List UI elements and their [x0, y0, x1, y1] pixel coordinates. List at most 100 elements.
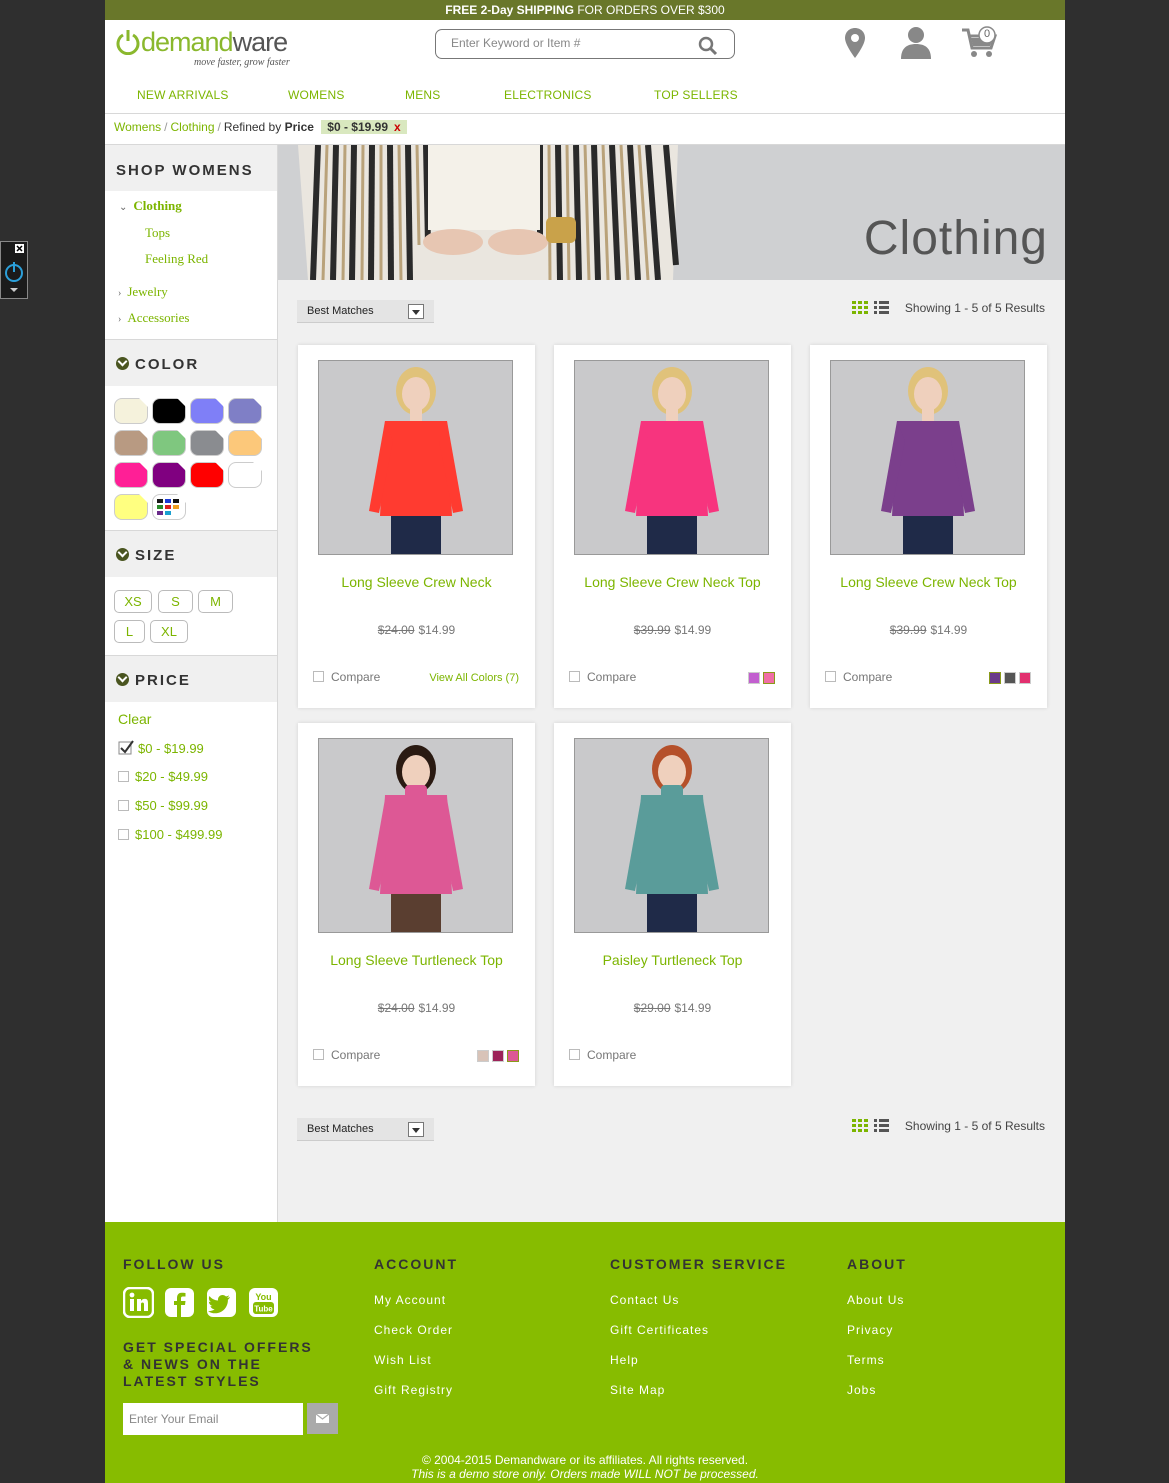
footer-check-order[interactable]: Check Order [374, 1323, 453, 1337]
compare-checkbox[interactable]: Compare [825, 670, 892, 684]
facebook-icon[interactable] [164, 1287, 195, 1318]
footer-site-map[interactable]: Site Map [610, 1383, 665, 1397]
color-swatch[interactable] [152, 494, 186, 520]
size-xl-button[interactable]: XL [150, 620, 188, 643]
product-color-swatch[interactable] [748, 672, 760, 684]
checkbox-icon [313, 1049, 324, 1060]
product-name[interactable]: Long Sleeve Crew Neck Top [810, 574, 1047, 590]
footer-jobs[interactable]: Jobs [847, 1383, 876, 1397]
view-toggle-bottom[interactable] [852, 1119, 890, 1133]
product-name[interactable]: Long Sleeve Crew Neck [298, 574, 535, 590]
view-toggle[interactable] [852, 301, 890, 315]
size-xs-button[interactable]: XS [114, 590, 152, 613]
price-option-0-19[interactable]: $0 - $19.99 [118, 740, 204, 756]
sidebar-item-feeling-red[interactable]: Feeling Red [145, 251, 208, 267]
footer-gift-registry[interactable]: Gift Registry [374, 1383, 453, 1397]
cart-icon[interactable] [961, 26, 999, 60]
price-clear-link[interactable]: Clear [118, 711, 151, 727]
color-heading[interactable]: COLOR [105, 340, 277, 386]
product-tile[interactable]: Long Sleeve Turtleneck Top $24.00 $14.99 Co… [298, 723, 535, 1086]
color-swatch[interactable] [114, 398, 148, 424]
footer-contact-us[interactable]: Contact Us [610, 1293, 679, 1307]
nav-mens[interactable]: MENS [405, 88, 440, 102]
compare-checkbox[interactable]: Compare [569, 670, 636, 684]
price-option-20-49[interactable]: $20 - $49.99 [118, 769, 208, 784]
color-swatch[interactable] [114, 494, 148, 520]
nav-new-arrivals[interactable]: NEW ARRIVALS [137, 88, 229, 102]
search-input[interactable] [451, 36, 691, 50]
product-image[interactable] [318, 738, 513, 933]
product-color-swatch[interactable] [1004, 672, 1016, 684]
size-s-button[interactable]: S [158, 590, 193, 613]
product-image[interactable] [574, 360, 769, 555]
remove-refinement-button[interactable]: x [394, 120, 401, 134]
footer-terms[interactable]: Terms [847, 1353, 885, 1367]
footer-about-us[interactable]: About Us [847, 1293, 904, 1307]
account-icon[interactable] [900, 26, 932, 60]
original-price: $39.99 [633, 623, 671, 637]
size-heading[interactable]: SIZE [105, 531, 277, 577]
twitter-icon[interactable] [206, 1287, 237, 1318]
compare-checkbox[interactable]: Compare [313, 670, 380, 684]
color-swatch[interactable] [228, 430, 262, 456]
email-input[interactable] [123, 1403, 303, 1435]
sidebar-item-accessories[interactable]: › Accessories [118, 310, 189, 326]
breadcrumb-womens[interactable]: Womens [114, 120, 161, 134]
product-color-swatch[interactable] [507, 1050, 519, 1062]
product-tile[interactable]: Long Sleeve Crew Neck Top $39.99 $14.99 Com… [810, 345, 1047, 708]
sort-select-bottom[interactable]: Best Matches [297, 1118, 434, 1141]
linkedin-icon[interactable] [123, 1287, 154, 1318]
color-swatch[interactable] [190, 430, 224, 456]
product-name[interactable]: Paisley Turtleneck Top [554, 952, 791, 968]
color-swatch[interactable] [152, 462, 186, 488]
color-swatch[interactable] [190, 398, 224, 424]
sidebar-item-tops[interactable]: Tops [145, 225, 170, 241]
compare-checkbox[interactable]: Compare [569, 1048, 636, 1062]
size-l-button[interactable]: L [114, 620, 145, 643]
product-image[interactable] [574, 738, 769, 933]
sidebar-item-jewelry[interactable]: › Jewelry [118, 284, 168, 300]
nav-womens[interactable]: WOMENS [288, 88, 345, 102]
price-option-100-499[interactable]: $100 - $499.99 [118, 827, 222, 842]
color-swatch[interactable] [228, 462, 262, 488]
color-swatch[interactable] [190, 462, 224, 488]
color-swatch[interactable] [152, 430, 186, 456]
nav-top-sellers[interactable]: TOP SELLERS [654, 88, 738, 102]
product-color-swatch[interactable] [492, 1050, 504, 1062]
store-locator-icon[interactable] [843, 26, 867, 60]
product-color-swatch[interactable] [763, 672, 775, 684]
sidebar-item-clothing[interactable]: ⌄ Clothing [119, 198, 182, 214]
footer-help[interactable]: Help [610, 1353, 639, 1367]
product-name[interactable]: Long Sleeve Turtleneck Top [298, 952, 535, 968]
compare-checkbox[interactable]: Compare [313, 1048, 380, 1062]
view-all-colors-link[interactable]: View All Colors (7) [429, 672, 519, 684]
price-heading[interactable]: PRICE [105, 656, 277, 702]
product-color-swatch[interactable] [477, 1050, 489, 1062]
color-swatch[interactable] [114, 462, 148, 488]
color-swatch[interactable] [114, 430, 148, 456]
size-m-button[interactable]: M [198, 590, 233, 613]
sort-select[interactable]: Best Matches [297, 300, 434, 323]
product-image[interactable] [318, 360, 513, 555]
email-submit-button[interactable] [307, 1403, 338, 1434]
product-tile[interactable]: Paisley Turtleneck Top $29.00 $14.99 Compar… [554, 723, 791, 1086]
footer-wish-list[interactable]: Wish List [374, 1353, 432, 1367]
color-swatch[interactable] [228, 398, 262, 424]
nav-electronics[interactable]: ELECTRONICS [504, 88, 592, 102]
search-icon[interactable] [698, 36, 718, 56]
logo[interactable]: demandware move faster, grow faster [115, 26, 305, 68]
color-swatch[interactable] [152, 398, 186, 424]
side-widget[interactable] [0, 241, 28, 299]
product-color-swatch[interactable] [989, 672, 1001, 684]
product-tile[interactable]: Long Sleeve Crew Neck $24.00 $14.99 Compare… [298, 345, 535, 708]
youtube-icon[interactable]: You Tube [248, 1287, 279, 1318]
price-option-50-99[interactable]: $50 - $99.99 [118, 798, 208, 813]
product-image[interactable] [830, 360, 1025, 555]
product-name[interactable]: Long Sleeve Crew Neck Top [554, 574, 791, 590]
footer-my-account[interactable]: My Account [374, 1293, 446, 1307]
footer-privacy[interactable]: Privacy [847, 1323, 893, 1337]
product-tile[interactable]: Long Sleeve Crew Neck Top $39.99 $14.99 Com… [554, 345, 791, 708]
product-color-swatch[interactable] [1019, 672, 1031, 684]
footer-gift-certificates[interactable]: Gift Certificates [610, 1323, 709, 1337]
breadcrumb-clothing[interactable]: Clothing [170, 120, 214, 134]
